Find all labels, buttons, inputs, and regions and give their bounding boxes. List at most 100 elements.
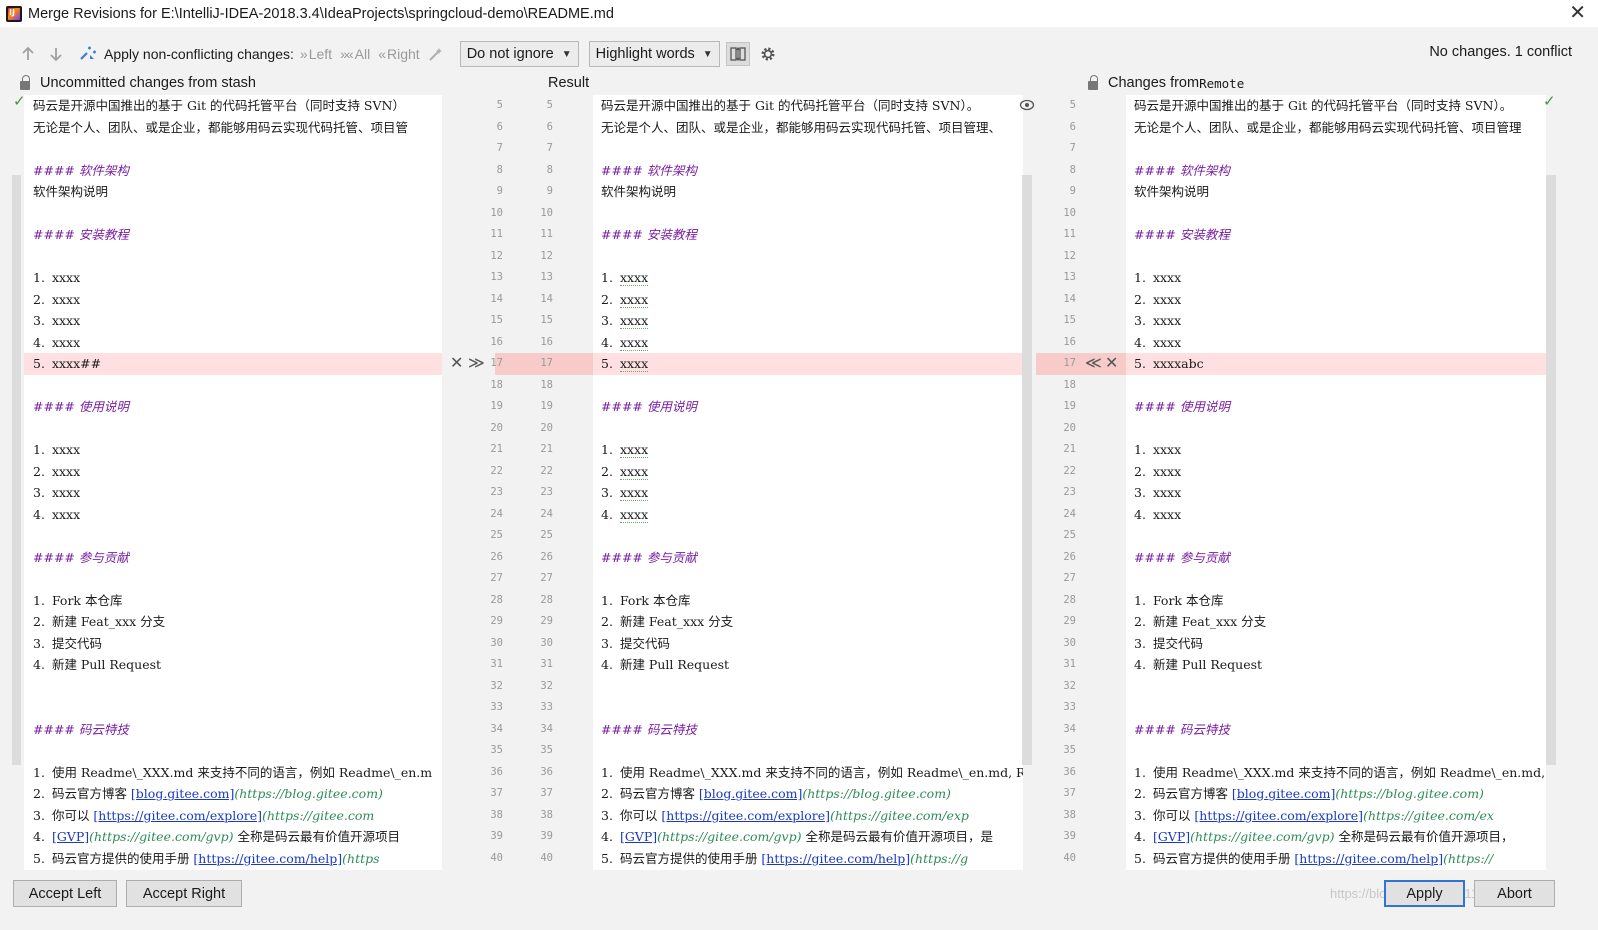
ignore-left-x-icon[interactable]: ✕: [450, 355, 463, 373]
line-number: 26: [540, 550, 553, 563]
code-text: 无论是个人、团队、或是企业，都能够用码云实现代码托管、项目管理、: [601, 119, 1002, 135]
markdown-url: (https://gitee.com/gvp): [89, 829, 234, 844]
magic-resolve-icon[interactable]: [74, 40, 102, 68]
checkmark-icon: ✓: [13, 93, 26, 110]
line-number: 6: [1069, 120, 1076, 133]
markdown-link[interactable]: [blog.gitee.com]: [131, 786, 234, 801]
markdown-link[interactable]: [blog.gitee.com]: [699, 786, 802, 801]
code-line: 3. xxxx: [33, 310, 80, 332]
markdown-link[interactable]: [https://gitee.com/explore]: [1194, 808, 1363, 823]
line-number: 33: [1063, 701, 1076, 713]
close-icon[interactable]: ✕: [1569, 2, 1586, 24]
code-text: 全称是码云最有价值开源项目: [233, 829, 400, 844]
eye-icon[interactable]: [1019, 97, 1035, 117]
markdown-link[interactable]: [https://gitee.com/help]: [1294, 851, 1443, 866]
code-text: xxxx: [1152, 313, 1182, 328]
line-number: 27: [540, 572, 553, 584]
code-line: #### 安装教程: [601, 224, 697, 246]
result-scrollbar[interactable]: [1022, 175, 1032, 765]
markdown-link[interactable]: [GVP]: [1153, 829, 1190, 844]
code-line: #### 参与贡献: [601, 547, 697, 569]
abort-button[interactable]: Abort: [1474, 880, 1555, 907]
previous-difference-icon[interactable]: [14, 40, 42, 68]
highlight-select[interactable]: Highlight words ▼: [588, 41, 720, 67]
right-scrollbar[interactable]: [1546, 175, 1556, 765]
code-line: 软件架构说明: [1134, 181, 1209, 203]
list-number: 5.: [1134, 850, 1146, 866]
code-text: xxxx: [619, 270, 649, 286]
whitespace-select[interactable]: Do not ignore ▼: [459, 41, 579, 67]
ignore-right-x-icon[interactable]: ✕: [1105, 355, 1118, 373]
result-editor[interactable]: 码云是开源中国推出的基于 Git 的代码托管平台（同时支持 SVN）。无论是个人…: [593, 95, 1023, 870]
accept-left-button[interactable]: Accept Left: [13, 880, 117, 907]
code-line: 1. xxxx: [33, 439, 80, 461]
line-number: 38: [1063, 808, 1076, 821]
line-number: 31: [540, 658, 553, 670]
list-number: 4.: [601, 334, 613, 350]
magic-wand-icon[interactable]: [422, 40, 450, 68]
markdown-link[interactable]: [GVP]: [52, 829, 89, 844]
accept-right-chevron-icon[interactable]: ≪: [1085, 355, 1102, 373]
line-number: 8: [1069, 163, 1076, 176]
code-text: 使用 Readme\_XXX.md 来支持不同的语言，例如 Readme\_en…: [1152, 764, 1546, 780]
code-line: 码云是开源中国推出的基于 Git 的代码托管平台（同时支持 SVN）。: [601, 95, 979, 117]
list-number: 4.: [1134, 334, 1146, 350]
right-editor[interactable]: 码云是开源中国推出的基于 Git 的代码托管平台（同时支持 SVN）。 无论是个人…: [1126, 95, 1546, 870]
left-scrollbar[interactable]: [12, 175, 21, 765]
markdown-link[interactable]: [blog.gitee.com]: [1232, 786, 1335, 801]
apply-left-button[interactable]: » Left: [300, 46, 332, 62]
list-number: 2.: [33, 614, 45, 629]
line-number: 22: [490, 464, 503, 477]
markdown-link[interactable]: [https://gitee.com/help]: [193, 851, 342, 866]
line-number: 30: [490, 636, 503, 649]
markdown-url: (https://gitee.com/exp: [830, 807, 969, 823]
code-text: 使用 Readme\_XXX.md 来支持不同的语言，例如 Readme\_en…: [51, 764, 433, 780]
code-line: 3. xxxx: [1134, 482, 1181, 504]
code-line: #### 软件架构: [1134, 160, 1230, 182]
list-number: 1.: [1134, 270, 1146, 285]
apply-all-button[interactable]: »« All: [340, 46, 370, 62]
line-number: 31: [1063, 658, 1076, 670]
markdown-url: (https://: [1443, 850, 1494, 866]
line-number: 20: [1063, 421, 1076, 434]
list-number: 4.: [601, 829, 613, 844]
markdown-link[interactable]: [https://gitee.com/explore]: [93, 808, 262, 823]
list-number: 5.: [33, 356, 45, 371]
line-number: 20: [540, 421, 553, 434]
left-editor[interactable]: 码云是开源中国推出的基于 Git 的代码托管平台（同时支持 SVN） 无论是个人、…: [24, 95, 442, 870]
code-line: 无论是个人、团队、或是企业，都能够用码云实现代码托管、项目管理: [1134, 117, 1522, 139]
code-text: #### 安装教程: [1134, 227, 1230, 242]
code-text: 你可以: [51, 807, 94, 823]
line-number: 24: [540, 507, 553, 520]
next-difference-icon[interactable]: [42, 40, 70, 68]
code-text: xxxx: [1152, 334, 1182, 350]
code-line: #### 软件架构: [601, 160, 697, 182]
conflict-highlight: [593, 353, 1023, 375]
code-text: 你可以: [1152, 807, 1195, 823]
accept-left-chevron-icon[interactable]: ≫: [468, 355, 485, 373]
apply-right-button[interactable]: «Right: [378, 46, 419, 62]
code-text: xxxx: [51, 270, 81, 285]
list-number: 4.: [33, 506, 45, 522]
code-line: 3. xxxx: [1134, 310, 1181, 332]
line-number: 34: [540, 722, 553, 735]
list-number: 1.: [601, 592, 613, 608]
line-number: 15: [490, 314, 503, 326]
markdown-link[interactable]: [https://gitee.com/help]: [761, 851, 910, 866]
markdown-link[interactable]: [GVP]: [620, 829, 657, 844]
markdown-url: (https://gitee.com: [262, 807, 375, 823]
result-panel-title: Result: [548, 75, 590, 91]
apply-button[interactable]: Apply: [1384, 880, 1465, 907]
code-text: #### 参与贡献: [33, 549, 129, 565]
sync-scroll-toggle-icon[interactable]: [725, 42, 750, 66]
code-line: 2. xxxx: [1134, 289, 1181, 311]
list-number: 5.: [601, 356, 613, 371]
code-line: 4. [GVP](https://gitee.com/gvp) 全称是码云最有价值…: [1134, 826, 1513, 848]
accept-right-button[interactable]: Accept Right: [126, 880, 242, 907]
markdown-link[interactable]: [https://gitee.com/explore]: [661, 808, 830, 823]
list-number: 1.: [33, 442, 45, 457]
settings-gear-icon[interactable]: [754, 40, 782, 68]
code-line: 软件架构说明: [601, 181, 676, 203]
code-line: 4. xxxx: [601, 332, 649, 354]
code-line: #### 使用说明: [601, 396, 697, 418]
